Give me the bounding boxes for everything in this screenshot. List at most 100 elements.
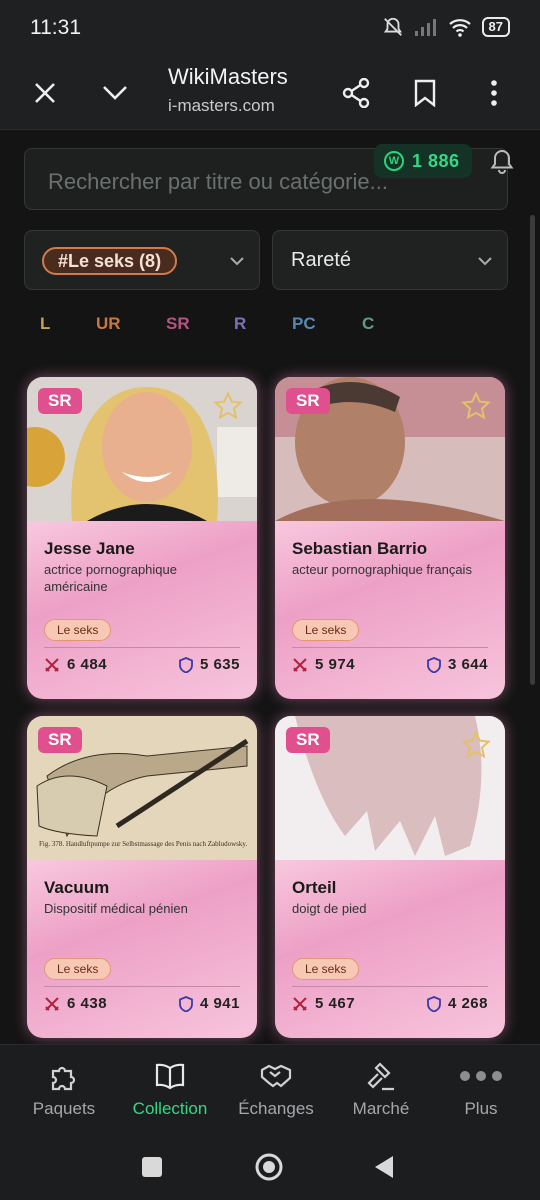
nav-marche[interactable]: Marché	[327, 1061, 435, 1119]
handshake-icon	[260, 1064, 292, 1088]
card-sebastian-barrio[interactable]: SR Sebastian Barrio acteur pornographiqu…	[275, 377, 505, 699]
shield-icon	[427, 995, 441, 1012]
divider	[292, 986, 488, 987]
nav-plus[interactable]: Plus	[427, 1061, 535, 1119]
browser-toolbar: WikiMasters i-masters.com	[0, 56, 540, 130]
card-vacuum[interactable]: Fig. 378. Handluftpumpe zur Selbstmassag…	[27, 716, 257, 1038]
rarity-badge: SR	[286, 388, 330, 414]
notifications-button[interactable]	[490, 148, 514, 179]
divider	[292, 647, 488, 648]
attack-value: 6 484	[67, 656, 108, 673]
recents-button[interactable]	[141, 1156, 163, 1178]
scrollbar[interactable]	[530, 215, 535, 685]
share-button[interactable]	[333, 70, 379, 116]
rarity-tab-sr[interactable]: SR	[166, 314, 190, 334]
book-icon	[155, 1063, 185, 1090]
card-description: actrice pornographique américaine	[44, 562, 177, 594]
defense-value: 4 941	[199, 995, 240, 1012]
page-url[interactable]: i-masters.com	[168, 96, 275, 116]
rarity-badge: SR	[38, 388, 82, 414]
swords-icon	[293, 996, 307, 1011]
battery-indicator: 87	[481, 17, 510, 37]
chevron-down-icon	[478, 257, 492, 266]
menu-button[interactable]	[471, 70, 517, 116]
coin-balance[interactable]: W 1 886	[374, 144, 472, 178]
category-tag[interactable]: Le seks	[292, 619, 360, 641]
swords-icon	[45, 996, 59, 1011]
wifi-icon	[448, 19, 471, 37]
swords-icon	[293, 657, 307, 672]
nav-label: Collection	[132, 1099, 208, 1118]
chevron-down-icon	[230, 257, 244, 266]
category-chip[interactable]: #Le seks (8)	[42, 247, 178, 275]
rarity-badge: SR	[286, 727, 330, 753]
shield-icon	[179, 995, 193, 1012]
defense-value: 5 635	[199, 656, 240, 673]
status-bar: 11:31 87	[0, 0, 540, 56]
defense-stat: 4 268	[427, 995, 488, 1012]
category-tag[interactable]: Le seks	[44, 958, 112, 980]
system-nav-bar	[0, 1134, 540, 1200]
puzzle-icon	[51, 1066, 76, 1091]
card-name: Jesse Jane	[44, 539, 135, 558]
defense-stat: 4 941	[179, 995, 240, 1012]
rarity-tab-r[interactable]: R	[234, 314, 246, 334]
gavel-icon	[367, 1062, 394, 1091]
bell-muted-icon	[383, 17, 402, 36]
defense-value: 4 268	[447, 995, 488, 1012]
card-name: Sebastian Barrio	[292, 539, 428, 558]
category-filter[interactable]: #Le seks (8)	[24, 230, 260, 290]
rarity-tab-c[interactable]: C	[362, 314, 374, 334]
nav-label: Plus	[464, 1099, 498, 1118]
signal-icon	[414, 19, 436, 36]
attack-value: 6 438	[67, 995, 108, 1012]
card-name: Vacuum	[44, 878, 110, 897]
more-vertical-icon	[491, 80, 497, 106]
close-button[interactable]	[22, 70, 68, 116]
card-description: acteur pornographique français	[292, 562, 472, 577]
bottom-nav: Paquets Collection Échanges Marché Plus	[0, 1044, 540, 1134]
category-tag[interactable]: Le seks	[292, 958, 360, 980]
star-icon[interactable]	[213, 391, 243, 421]
bookmark-button[interactable]	[402, 70, 448, 116]
home-button[interactable]	[254, 1152, 284, 1182]
card-description: Dispositif médical pénien	[44, 901, 188, 916]
star-icon[interactable]	[461, 391, 491, 421]
nav-collection[interactable]: Collection	[116, 1061, 224, 1119]
card-name: Orteil	[292, 878, 337, 897]
card-jesse-jane[interactable]: SR Jesse Jane actrice pornographique amé…	[27, 377, 257, 699]
star-icon[interactable]	[461, 730, 491, 760]
nav-label: Échanges	[238, 1099, 314, 1118]
bell-icon	[490, 149, 514, 174]
collapse-button[interactable]	[92, 70, 138, 116]
nav-echanges[interactable]: Échanges	[222, 1061, 330, 1119]
divider	[44, 986, 240, 987]
back-button[interactable]	[373, 1154, 395, 1180]
shield-icon	[427, 656, 441, 673]
attack-stat: 5 974	[292, 656, 355, 673]
attack-stat: 6 438	[44, 995, 107, 1012]
share-icon	[342, 78, 370, 108]
rarity-tab-ur[interactable]: UR	[96, 314, 121, 334]
rarity-filter-label: Rareté	[291, 249, 352, 271]
defense-value: 3 644	[447, 656, 488, 673]
shield-icon	[179, 656, 193, 673]
coin-value: 1 886	[412, 150, 460, 171]
rarity-tab-pc[interactable]: PC	[292, 314, 316, 334]
nav-paquets[interactable]: Paquets	[10, 1061, 118, 1119]
rarity-filter[interactable]: Rareté	[272, 230, 508, 290]
card-description: doigt de pied	[292, 901, 367, 916]
more-icon	[460, 1071, 502, 1081]
attack-value: 5 974	[315, 656, 356, 673]
card-orteil[interactable]: SR Orteil doigt de pied Le seks 5 467 4 …	[275, 716, 505, 1038]
status-time: 11:31	[30, 16, 81, 39]
swords-icon	[45, 657, 59, 672]
coin-icon: W	[384, 151, 404, 171]
nav-label: Marché	[352, 1099, 410, 1118]
category-tag[interactable]: Le seks	[44, 619, 112, 641]
nav-label: Paquets	[32, 1099, 96, 1118]
close-icon	[35, 83, 55, 103]
rarity-tab-l[interactable]: L	[40, 314, 50, 334]
divider	[44, 647, 240, 648]
bookmark-icon	[414, 79, 436, 107]
